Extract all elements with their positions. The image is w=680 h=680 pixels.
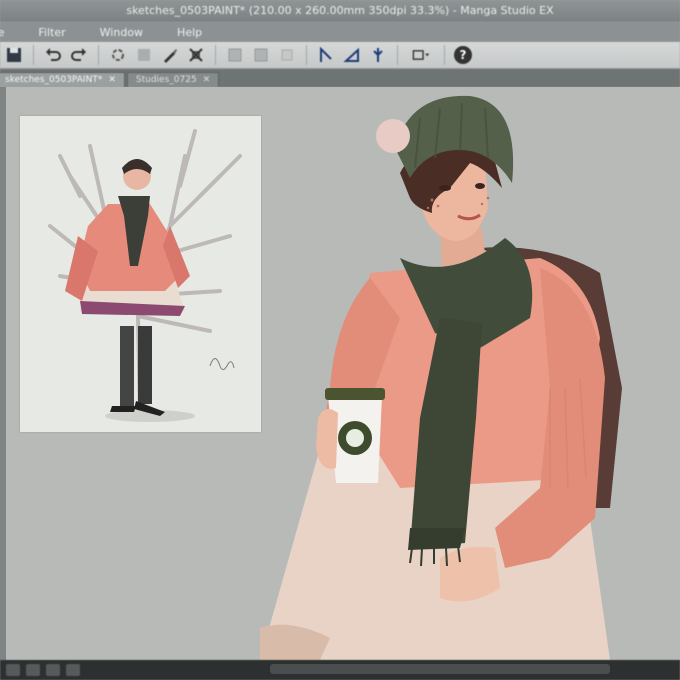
rotate-right-button[interactable] xyxy=(66,664,80,676)
toolbar: ? xyxy=(0,42,680,69)
close-icon[interactable]: ✕ xyxy=(203,73,211,88)
brush-icon xyxy=(164,49,177,63)
menu-item-help[interactable]: Help xyxy=(160,26,219,39)
brush-button[interactable] xyxy=(160,45,180,65)
character-illustration xyxy=(250,88,680,660)
frame-icon xyxy=(281,49,293,61)
redo-button[interactable] xyxy=(69,45,89,65)
tab-studies[interactable]: Studies_0725 ✕ xyxy=(126,72,220,88)
toolbar-separator xyxy=(397,45,398,65)
menu-item-file[interactable]: File xyxy=(0,26,21,39)
toolbar-separator xyxy=(215,45,216,65)
menu-bar: File Filter Window Help xyxy=(0,22,680,42)
close-icon[interactable]: ✕ xyxy=(108,73,116,88)
rotate-button[interactable] xyxy=(108,45,128,65)
tab-label: sketches_0503PAINT* xyxy=(5,74,103,85)
character-painting xyxy=(260,95,622,660)
undo-icon xyxy=(46,48,61,61)
save-button[interactable] xyxy=(4,45,24,65)
save-icon xyxy=(7,48,21,62)
angle-icon xyxy=(343,47,359,62)
toolbar-separator xyxy=(33,45,34,65)
layer-button[interactable] xyxy=(225,45,245,65)
redo-icon xyxy=(71,48,86,61)
view-dropdown[interactable] xyxy=(407,45,435,65)
perspective-button[interactable] xyxy=(368,45,388,65)
document-tab-bar: sketches_0503PAINT* ✕ Studies_0725 ✕ xyxy=(0,69,680,87)
horizontal-scrollbar[interactable] xyxy=(270,664,610,674)
zoom-out-button[interactable] xyxy=(6,664,20,676)
reference-image xyxy=(20,116,261,432)
help-icon: ? xyxy=(459,48,467,62)
layer-icon xyxy=(228,48,242,62)
toolbar-separator xyxy=(98,45,99,65)
ruler-icon xyxy=(320,46,332,62)
mask-button[interactable] xyxy=(251,45,271,65)
left-ruler xyxy=(0,87,6,660)
grid-icon xyxy=(138,49,150,61)
tab-sketches[interactable]: sketches_0503PAINT* ✕ xyxy=(0,72,125,87)
toolbar-separator xyxy=(444,45,445,65)
menu-item-filter[interactable]: Filter xyxy=(21,26,82,39)
mask-icon xyxy=(254,48,268,62)
perspective-icon xyxy=(373,48,383,62)
frame-button[interactable] xyxy=(277,45,297,65)
grid-button[interactable] xyxy=(134,45,154,65)
transform-button[interactable] xyxy=(186,45,206,65)
menu-item-window[interactable]: Window xyxy=(83,26,160,39)
transform-icon xyxy=(189,48,203,62)
window-title-bar: sketches_0503PAINT* (210.00 x 260.00mm 3… xyxy=(0,0,680,22)
reference-illustration xyxy=(48,129,242,422)
toolbar-separator xyxy=(306,45,307,65)
zoom-in-button[interactable] xyxy=(26,664,40,676)
angle-button[interactable] xyxy=(342,45,362,65)
tab-label: Studies_0725 xyxy=(135,74,197,85)
help-button[interactable]: ? xyxy=(454,46,472,64)
rotate-icon xyxy=(112,49,124,61)
ruler-button[interactable] xyxy=(316,45,336,65)
view-icon xyxy=(412,50,430,60)
rotate-left-button[interactable] xyxy=(46,664,60,676)
undo-button[interactable] xyxy=(43,45,63,65)
window-title: sketches_0503PAINT* (210.00 x 260.00mm 3… xyxy=(126,4,554,17)
